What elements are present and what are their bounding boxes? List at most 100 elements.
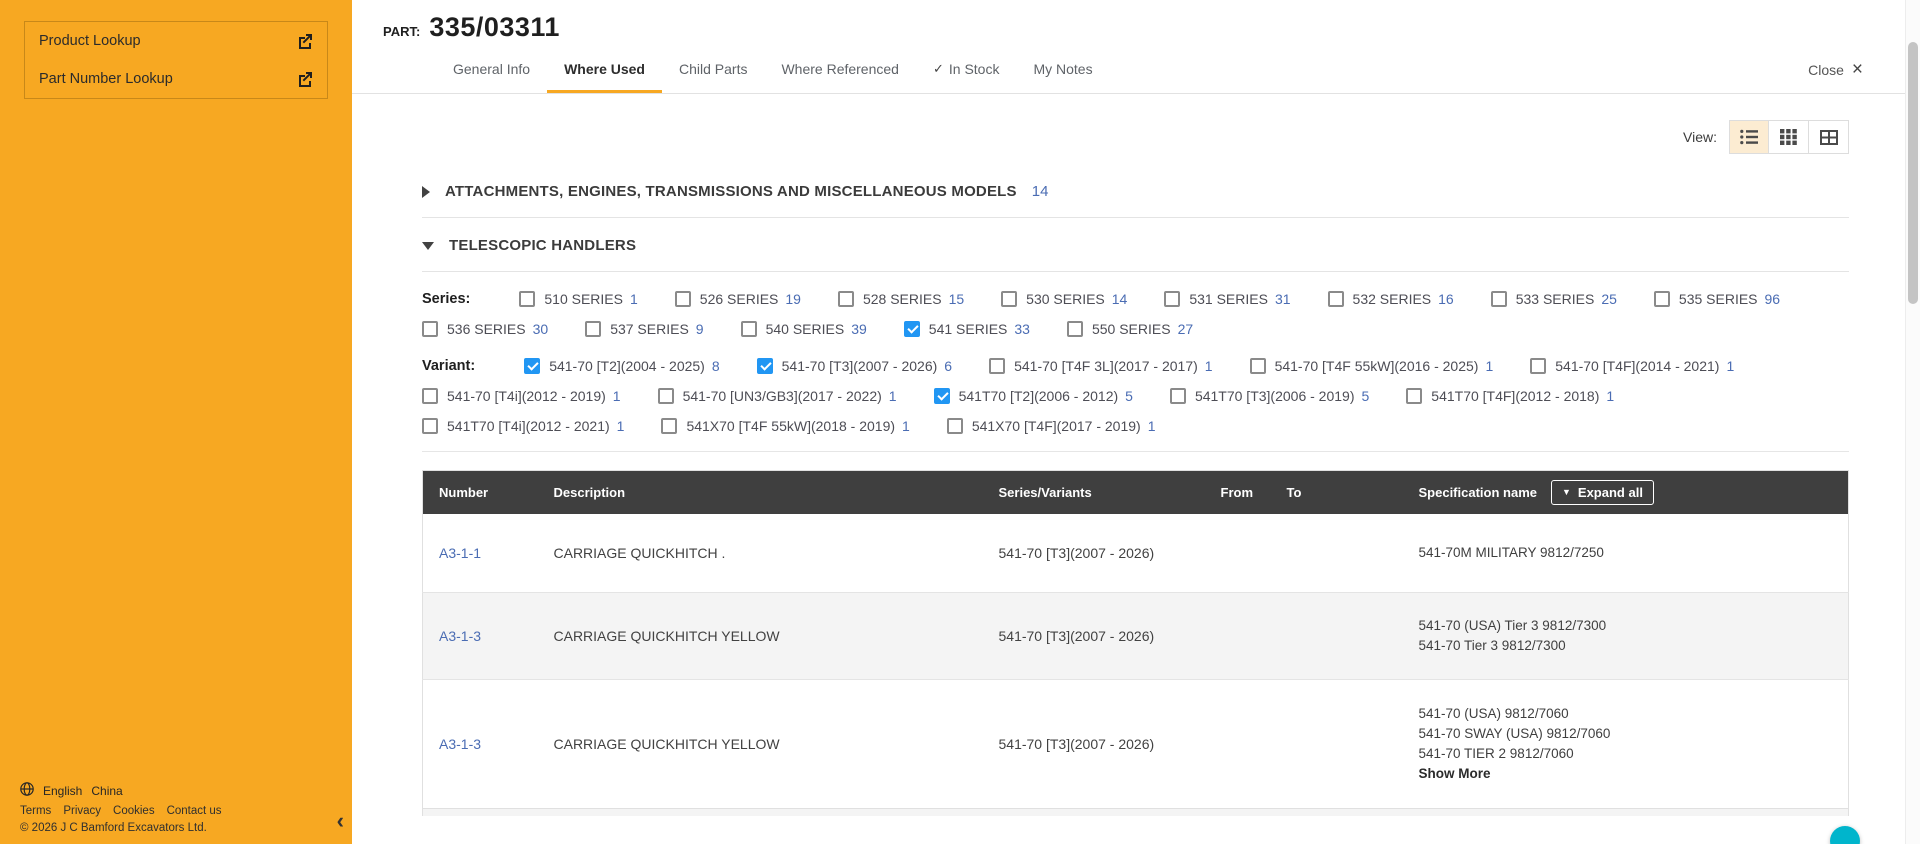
part-number-link[interactable]: A3-1-3 <box>439 628 481 644</box>
series-checkbox-528-series[interactable]: 528 SERIES 15 <box>837 291 964 307</box>
checkbox[interactable] <box>740 321 757 337</box>
checkbox[interactable] <box>585 321 602 337</box>
variant-checkbox-541t70-t4f-2012-2018[interactable]: 541T70 [T4F](2012 - 2018) 1 <box>1406 388 1614 404</box>
checkbox[interactable] <box>1001 291 1018 307</box>
filter-count: 14 <box>1111 291 1128 307</box>
section-telescopic-header[interactable]: TELESCOPIC HANDLERS <box>422 218 1849 272</box>
series-checkbox-532-series[interactable]: 532 SERIES 16 <box>1327 291 1454 307</box>
list-view-button[interactable] <box>1729 120 1769 154</box>
series-checkbox-531-series[interactable]: 531 SERIES 31 <box>1164 291 1291 307</box>
series-checkbox-550-series[interactable]: 550 SERIES 27 <box>1066 321 1193 337</box>
series-checkbox-530-series[interactable]: 530 SERIES 14 <box>1001 291 1127 307</box>
expand-all-button[interactable]: ▼ Expand all <box>1550 480 1654 505</box>
checkbox[interactable] <box>1169 388 1186 404</box>
checkbox[interactable] <box>946 418 963 434</box>
language-selector[interactable]: English <box>43 784 82 798</box>
series-checkbox-536-series[interactable]: 536 SERIES 30 <box>422 321 548 337</box>
filter-count: 1 <box>888 388 897 404</box>
tab-where-referenced[interactable]: Where Referenced <box>764 47 916 93</box>
variant-checkbox-541x70-t4f-55kw-2018-2019[interactable]: 541X70 [T4F 55kW](2018 - 2019) 1 <box>661 418 910 434</box>
variant-checkbox-541t70-t3-2006-2019[interactable]: 541T70 [T3](2006 - 2019) 5 <box>1169 388 1369 404</box>
filter-label: 533 SERIES <box>1515 291 1595 307</box>
checkbox[interactable] <box>837 291 854 307</box>
series-checkbox-537-series[interactable]: 537 SERIES 9 <box>585 321 704 337</box>
caret-down-icon: ▼ <box>1561 487 1571 497</box>
variant-checkbox-541-70-t4f-55kw-2016-2025[interactable]: 541-70 [T4F 55kW](2016 - 2025) 1 <box>1249 358 1493 374</box>
close-button[interactable]: Close × <box>1808 59 1863 80</box>
checkbox[interactable] <box>519 291 536 307</box>
scrollbar-thumb[interactable] <box>1908 42 1918 304</box>
series-checkbox-533-series[interactable]: 533 SERIES 25 <box>1490 291 1617 307</box>
checkbox[interactable] <box>524 358 541 374</box>
variant-checkbox-541x70-t4f-2017-2019[interactable]: 541X70 [T4F](2017 - 2019) 1 <box>946 418 1156 434</box>
series-checkbox-535-series[interactable]: 535 SERIES 96 <box>1653 291 1781 307</box>
grid-view-button[interactable] <box>1769 120 1809 154</box>
sidebar-collapse-chevron-icon[interactable]: ‹ <box>337 810 344 832</box>
series-checkbox-526-series[interactable]: 526 SERIES 19 <box>674 291 801 307</box>
variant-checkbox-541-70-t3-2007-2026[interactable]: 541-70 [T3](2007 - 2026) 6 <box>756 358 952 374</box>
variant-checkbox-541-70-t4f-3l-2017-2017[interactable]: 541-70 [T4F 3L](2017 - 2017) 1 <box>989 358 1213 374</box>
checkbox[interactable] <box>1327 291 1344 307</box>
checkbox[interactable] <box>422 321 438 337</box>
tab-label: General Info <box>453 61 531 77</box>
next-table-row-partial <box>422 809 1849 816</box>
close-icon: × <box>1851 59 1863 80</box>
part-number-link[interactable]: A3-1-1 <box>439 545 481 561</box>
checkbox[interactable] <box>1066 321 1083 337</box>
filter-count: 96 <box>1764 291 1781 307</box>
variant-checkbox-541-70-t4f-2014-2021[interactable]: 541-70 [T4F](2014 - 2021) 1 <box>1530 358 1734 374</box>
tab-general-info[interactable]: General Info <box>436 47 547 93</box>
variant-checkbox-541-70-un3-gb3-2017-2022[interactable]: 541-70 [UN3/GB3](2017 - 2022) 1 <box>657 388 897 404</box>
checkbox[interactable] <box>674 291 691 307</box>
checkbox[interactable] <box>1530 358 1547 374</box>
checkbox[interactable] <box>756 358 773 374</box>
variant-checkbox-541-70-t4i-2012-2019[interactable]: 541-70 [T4i](2012 - 2019) 1 <box>422 388 621 404</box>
checkbox[interactable] <box>1653 291 1670 307</box>
checkbox[interactable] <box>657 388 674 404</box>
show-more-link[interactable]: Show More <box>1419 764 1833 784</box>
part-number-link[interactable]: A3-1-3 <box>439 736 481 752</box>
series-checkbox-540-series[interactable]: 540 SERIES 39 <box>740 321 867 337</box>
checkbox[interactable] <box>1249 358 1266 374</box>
series-checkbox-510-series[interactable]: 510 SERIES 1 <box>519 291 638 307</box>
checkbox[interactable] <box>422 388 438 404</box>
contact-us-link[interactable]: Contact us <box>167 805 222 817</box>
vertical-scrollbar[interactable] <box>1905 0 1920 844</box>
checkbox[interactable] <box>422 418 438 434</box>
terms-link[interactable]: Terms <box>20 805 51 817</box>
checkbox[interactable] <box>933 388 950 404</box>
tab-in-stock[interactable]: ✓ In Stock <box>916 47 1017 93</box>
product-lookup-label: Product Lookup <box>39 33 141 49</box>
filter-count: 1 <box>1204 358 1213 374</box>
tab-where-used[interactable]: Where Used <box>547 47 662 93</box>
column-header-number: Number <box>422 470 538 514</box>
checkbox[interactable] <box>989 358 1006 374</box>
variant-checkbox-541t70-t4i-2012-2021[interactable]: 541T70 [T4i](2012 - 2021) 1 <box>422 418 624 434</box>
tab-child-parts[interactable]: Child Parts <box>662 47 764 93</box>
filter-count: 31 <box>1274 291 1291 307</box>
variant-checkbox-541-70-t2-2004-2025[interactable]: 541-70 [T2](2004 - 2025) 8 <box>524 358 720 374</box>
compact-grid-view-button[interactable] <box>1809 120 1849 154</box>
filter-label: 537 SERIES <box>610 321 689 337</box>
to-cell <box>1270 592 1403 680</box>
to-cell <box>1271 680 1403 809</box>
checkbox[interactable] <box>1406 388 1423 404</box>
product-lookup-link[interactable]: Product Lookup <box>25 22 327 60</box>
tab-my-notes[interactable]: My Notes <box>1016 47 1109 93</box>
series-checkbox-541-series[interactable]: 541 SERIES 33 <box>903 321 1030 337</box>
filter-count: 1 <box>1606 388 1615 404</box>
filter-label: 510 SERIES <box>544 291 623 307</box>
part-number-lookup-link[interactable]: Part Number Lookup <box>25 60 327 98</box>
spec-line: 541-70 Tier 3 9812/7300 <box>1418 638 1566 653</box>
checkbox[interactable] <box>1490 291 1507 307</box>
to-cell <box>1270 514 1403 593</box>
filter-count: 1 <box>612 388 621 404</box>
variant-checkbox-541t70-t2-2006-2012[interactable]: 541T70 [T2](2006 - 2012) 5 <box>933 388 1133 404</box>
cookies-link[interactable]: Cookies <box>113 805 155 817</box>
checkbox[interactable] <box>903 321 920 337</box>
checkbox[interactable] <box>661 418 678 434</box>
section-attachments-header[interactable]: ATTACHMENTS, ENGINES, TRANSMISSIONS AND … <box>422 164 1849 218</box>
privacy-link[interactable]: Privacy <box>63 805 101 817</box>
checkbox[interactable] <box>1164 291 1181 307</box>
country-selector[interactable]: China <box>91 784 122 798</box>
